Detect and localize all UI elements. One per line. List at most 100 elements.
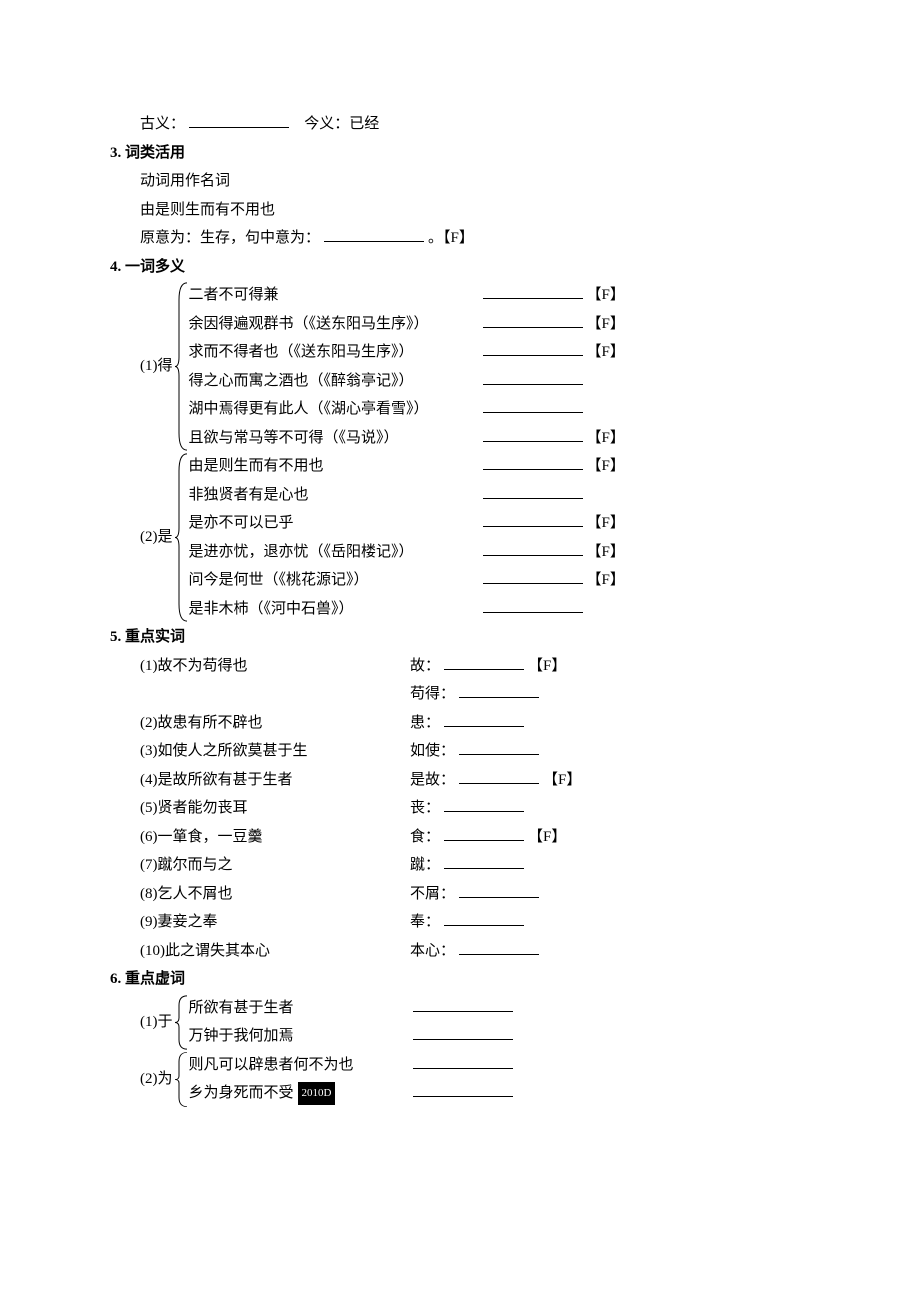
brace-item: 非独贤者有是心也: [189, 481, 831, 510]
brace-item-text: 问今是何世（《桃花源记》）: [189, 566, 479, 595]
brace-item: 则凡可以辟患者何不为也: [189, 1051, 831, 1080]
blank-field[interactable]: [413, 1081, 513, 1097]
brace-item: 余因得遍观群书（《送东阳马生序》）【F】: [189, 310, 831, 339]
blank-field[interactable]: [324, 226, 424, 242]
blank-field[interactable]: [459, 768, 539, 784]
brace-item: 由是则生而有不用也【F】: [189, 452, 831, 481]
f-tag: 【F】: [587, 338, 625, 367]
blank-field[interactable]: [444, 654, 524, 670]
group-shi: (2)是 由是则生而有不用也【F】非独贤者有是心也是亦不可以已乎【F】是进亦忧，…: [140, 452, 830, 623]
brace-item-text: 且欲与常马等不可得（《马说》）: [189, 424, 479, 453]
vocab-sentence: (5)贤者能勿丧耳: [140, 794, 410, 823]
brace-item-text: 则凡可以辟患者何不为也: [189, 1051, 409, 1080]
vocab-label: 本心：: [410, 937, 455, 966]
blank-field[interactable]: [444, 853, 524, 869]
group-yu: (1)于 所欲有甚于生者万钟于我何加焉: [140, 994, 830, 1051]
s3-l3b: 。【F】: [428, 230, 474, 246]
brace-item-text: 得之心而寓之酒也（《醉翁亭记》）: [189, 367, 479, 396]
brace-item: 且欲与常马等不可得（《马说》） 【F】: [189, 424, 831, 453]
brace-item-text: 由是则生而有不用也: [189, 452, 479, 481]
group-wei-label: (2)为: [140, 1051, 175, 1108]
blank-field[interactable]: [444, 910, 524, 926]
jinyi-value: 已经: [349, 116, 379, 132]
blank-field[interactable]: [459, 682, 539, 698]
brace-item: 是亦不可以已乎【F】: [189, 509, 831, 538]
year-badge: 2010D: [298, 1082, 336, 1105]
vocab-label: 不屑：: [410, 880, 455, 909]
brace-icon: [175, 1051, 189, 1108]
f-tag: 【F】: [587, 424, 625, 453]
group-de: (1)得 二者不可得兼【F】余因得遍观群书（《送东阳马生序》）【F】求而不得者也…: [140, 281, 830, 452]
f-tag: 【F】: [543, 766, 581, 795]
blank-field[interactable]: [483, 340, 583, 356]
section-6-heading: 6. 重点虚词: [110, 965, 830, 994]
guyi-line: 古义： 今义：已经: [110, 110, 830, 139]
brace-item-text: 二者不可得兼: [189, 281, 479, 310]
blank-field[interactable]: [459, 739, 539, 755]
blank-field[interactable]: [483, 426, 583, 442]
brace-item-text: 是进亦忧，退亦忧（《岳阳楼记》）: [189, 538, 479, 567]
blank-field[interactable]: [459, 939, 539, 955]
brace-item-text: 万钟于我何加焉: [189, 1022, 409, 1051]
blank-field[interactable]: [483, 312, 583, 328]
f-tag: 【F】: [587, 538, 625, 567]
brace-icon: [175, 281, 189, 452]
vocab-row: (6)一箪食，一豆羹食： 【F】: [140, 823, 830, 852]
vocab-sentence: (8)乞人不屑也: [140, 880, 410, 909]
blank-field[interactable]: [483, 369, 583, 385]
blank-field[interactable]: [413, 1024, 513, 1040]
vocab-row: (7)蹴尔而与之蹴：: [140, 851, 830, 880]
vocab-label: 是故：: [410, 766, 455, 795]
blank-field[interactable]: [189, 112, 289, 128]
vocab-label: 蹴：: [410, 851, 440, 880]
brace-item-text: 非独贤者有是心也: [189, 481, 479, 510]
vocab-sentence: (7)蹴尔而与之: [140, 851, 410, 880]
blank-field[interactable]: [483, 511, 583, 527]
blank-field[interactable]: [483, 483, 583, 499]
brace-item: 湖中焉得更有此人（《湖心亭看雪》）: [189, 395, 831, 424]
s3-line1: 动词用作名词: [110, 167, 830, 196]
vocab-row: (5)贤者能勿丧耳丧：: [140, 794, 830, 823]
f-tag: 【F】: [587, 566, 625, 595]
section-5-heading: 5. 重点实词: [110, 623, 830, 652]
vocab-row: 苟得：: [140, 680, 830, 709]
blank-field[interactable]: [413, 996, 513, 1012]
brace-item: 是非木杮（《河中石兽》）: [189, 595, 831, 624]
vocab-label: 故：: [410, 652, 440, 681]
brace-item: 二者不可得兼 【F】: [189, 281, 831, 310]
blank-field[interactable]: [444, 796, 524, 812]
blank-field[interactable]: [444, 711, 524, 727]
vocab-label: 苟得：: [410, 680, 455, 709]
blank-field[interactable]: [483, 283, 583, 299]
vocab-sentence: (1)故不为苟得也: [140, 652, 410, 681]
blank-field[interactable]: [483, 540, 583, 556]
blank-field[interactable]: [483, 568, 583, 584]
blank-field[interactable]: [483, 454, 583, 470]
vocab-label: 食：: [410, 823, 440, 852]
vocab-sentence: (4)是故所欲有甚于生者: [140, 766, 410, 795]
brace-item-text: 是亦不可以已乎: [189, 509, 479, 538]
section-4-heading: 4. 一词多义: [110, 253, 830, 282]
vocab-label: 如使：: [410, 737, 455, 766]
brace-item: 得之心而寓之酒也（《醉翁亭记》）: [189, 367, 831, 396]
group-yu-label: (1)于: [140, 994, 175, 1051]
brace-item: 求而不得者也（《送东阳马生序》） 【F】: [189, 338, 831, 367]
vocab-row: (4)是故所欲有甚于生者是故： 【F】: [140, 766, 830, 795]
guyi-prefix: 古义：: [140, 116, 185, 132]
blank-field[interactable]: [413, 1053, 513, 1069]
blank-field[interactable]: [483, 597, 583, 613]
brace-item: 是进亦忧，退亦忧（《岳阳楼记》） 【F】: [189, 538, 831, 567]
f-tag: 【F】: [587, 281, 625, 310]
f-tag: 【F】: [528, 823, 566, 852]
brace-item: 万钟于我何加焉: [189, 1022, 831, 1051]
s3-l3a: 原意为：生存，句中意为：: [140, 230, 320, 246]
group-wei: (2)为 则凡可以辟患者何不为也乡为身死而不受2010D: [140, 1051, 830, 1108]
blank-field[interactable]: [483, 397, 583, 413]
vocab-row: (1)故不为苟得也故：【F】: [140, 652, 830, 681]
vocab-label: 丧：: [410, 794, 440, 823]
brace-item-text: 求而不得者也（《送东阳马生序》）: [189, 338, 479, 367]
vocab-sentence: (3)如使人之所欲莫甚于生: [140, 737, 410, 766]
blank-field[interactable]: [444, 825, 524, 841]
blank-field[interactable]: [459, 882, 539, 898]
vocab-sentence: (6)一箪食，一豆羹: [140, 823, 410, 852]
